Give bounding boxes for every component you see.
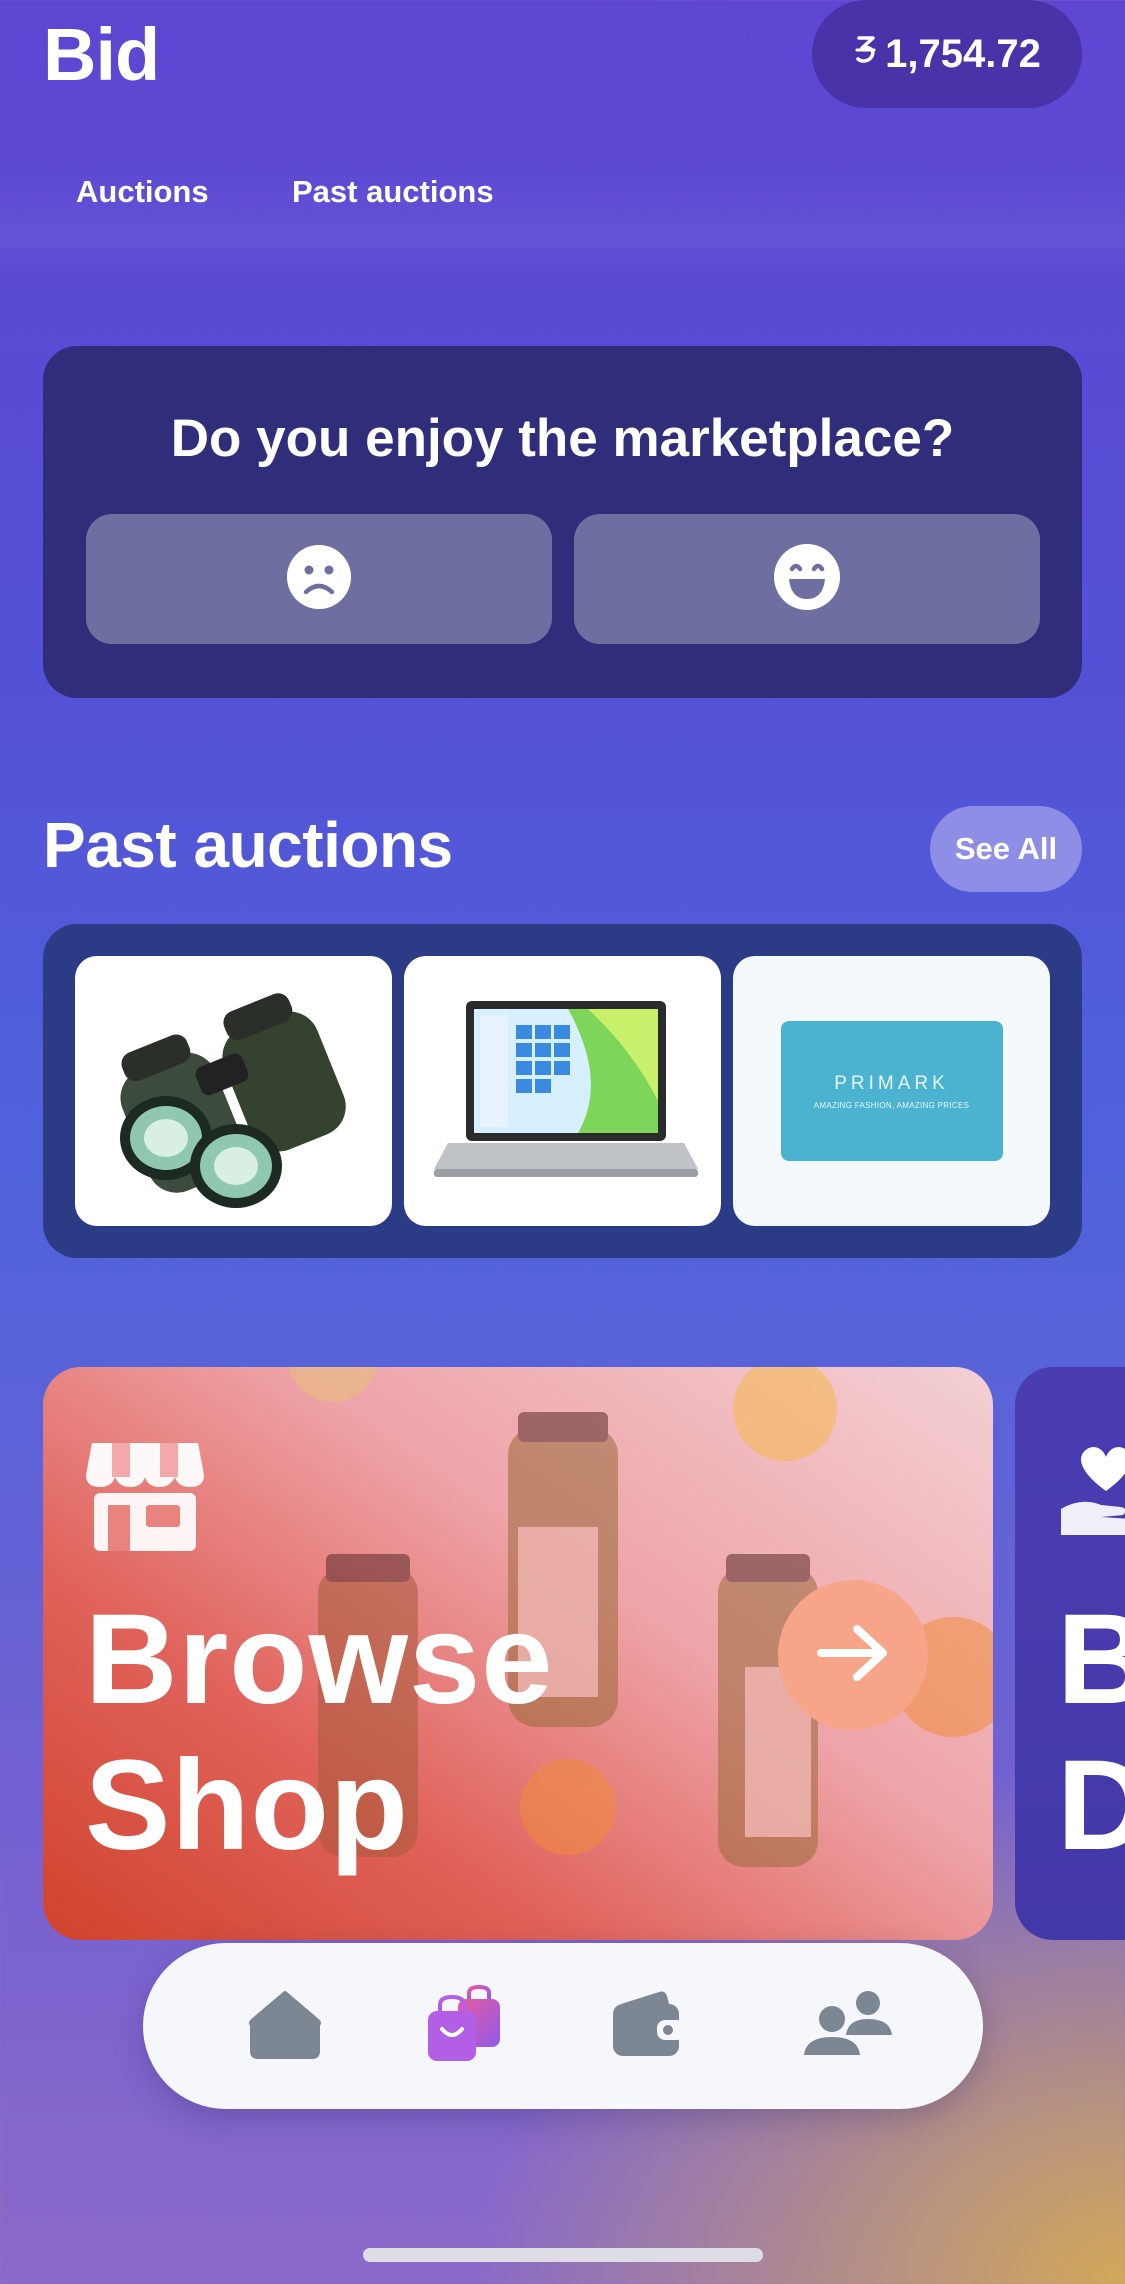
hand-heart-icon	[1061, 1439, 1125, 1544]
arrow-right-icon	[815, 1621, 891, 1690]
browse-shop-card[interactable]: Browse Shop	[43, 1367, 993, 1940]
nav-home[interactable]	[240, 1983, 330, 2069]
like-button[interactable]	[574, 514, 1040, 644]
browse-shop-arrow-button[interactable]	[778, 1580, 928, 1730]
gift-card-brand: PRIMARK	[834, 1072, 949, 1094]
feedback-card: Do you enjoy the marketplace?	[43, 346, 1082, 698]
donate-card-title: B D	[1057, 1587, 1125, 1879]
browse-shop-title: Browse Shop	[85, 1587, 553, 1879]
happy-face-icon	[773, 543, 841, 616]
bottom-nav	[143, 1943, 983, 2109]
donate-card[interactable]: B D	[1015, 1367, 1125, 1940]
nav-shop[interactable]	[419, 1983, 509, 2069]
tab-bar: Auctions Past auctions	[0, 162, 1125, 272]
nav-wallet[interactable]	[604, 1983, 694, 2069]
past-auctions-strip: PRIMARK AMAZING FASHION, AMAZING PRICES	[43, 924, 1082, 1258]
feedback-question: Do you enjoy the marketplace?	[170, 409, 955, 468]
storefront-icon	[86, 1439, 204, 1556]
balance-amount: 1,754.72	[885, 31, 1041, 76]
gift-card-tagline: AMAZING FASHION, AMAZING PRICES	[813, 1100, 970, 1110]
home-indicator	[363, 2248, 763, 2262]
binoculars-image	[119, 993, 346, 1208]
laptop-image	[433, 1001, 698, 1177]
dislike-button[interactable]	[86, 514, 552, 644]
home-icon	[248, 1989, 322, 2064]
people-icon	[802, 1989, 894, 2064]
tab-auctions[interactable]: Auctions	[76, 174, 209, 210]
promo-title-line2: Shop	[85, 1734, 409, 1877]
promo-title-line1: Browse	[85, 1588, 554, 1731]
auction-item-laptop[interactable]	[404, 956, 721, 1226]
coin-currency-icon	[853, 32, 879, 77]
app-title: Bid	[43, 13, 160, 96]
wallet-icon	[611, 1990, 687, 2063]
auction-item-gift-card[interactable]: PRIMARK AMAZING FASHION, AMAZING PRICES	[733, 956, 1050, 1226]
tab-past-auctions[interactable]: Past auctions	[292, 174, 494, 210]
promo2-title-line1: B	[1057, 1588, 1125, 1731]
shopping-bags-icon	[424, 1984, 504, 2068]
nav-people[interactable]	[803, 1983, 893, 2069]
sad-face-icon	[286, 544, 352, 615]
balance-pill[interactable]: 1,754.72	[812, 0, 1082, 108]
auction-item-binoculars[interactable]	[75, 956, 392, 1226]
past-auctions-title: Past auctions	[43, 809, 453, 881]
see-all-button[interactable]: See All	[930, 806, 1082, 892]
promo2-title-line2: D	[1057, 1734, 1125, 1877]
gift-card-image: PRIMARK AMAZING FASHION, AMAZING PRICES	[780, 1021, 1003, 1161]
